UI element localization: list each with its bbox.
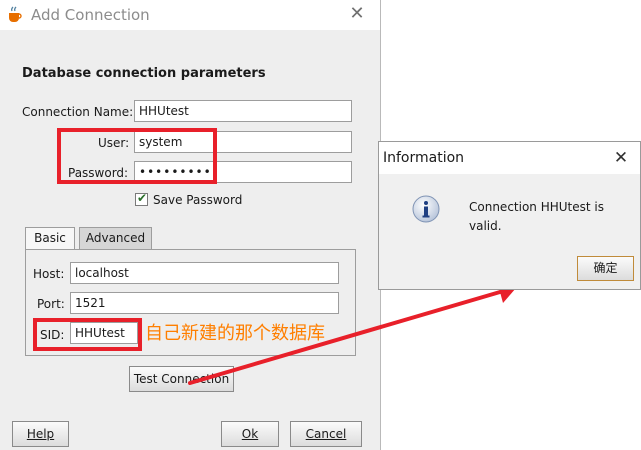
info-icon [412,195,440,223]
info-message-line-2: valid. [469,219,502,233]
info-message-line-1: Connection HHUtest is [469,200,604,214]
info-ok-button[interactable]: 确定 [577,256,634,281]
info-title: Information [383,150,465,166]
close-icon[interactable]: ✕ [611,148,631,168]
info-title-bar: Information ✕ [379,142,640,174]
information-dialog: Information ✕ Connection HHUtest is vali… [378,141,641,290]
info-message: Connection HHUtest is valid. [469,198,629,236]
